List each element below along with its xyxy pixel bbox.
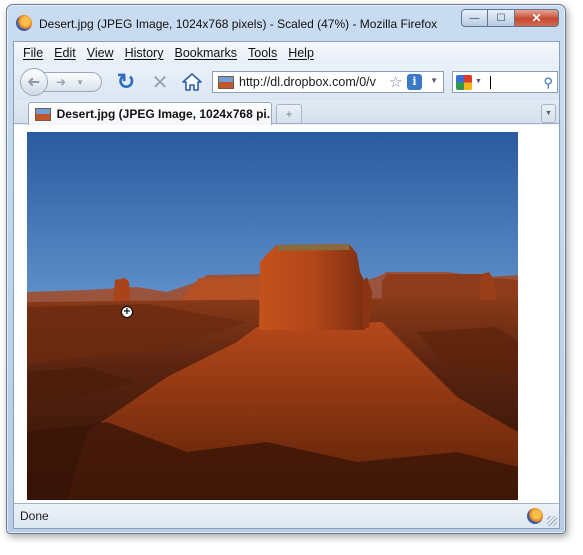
home-icon[interactable] xyxy=(180,70,204,94)
tab-favicon-icon xyxy=(35,107,51,121)
window-controls: — ☐ ✕ xyxy=(461,9,559,27)
menu-file[interactable]: File xyxy=(18,46,49,60)
site-favicon-icon xyxy=(218,75,234,89)
status-text: Done xyxy=(20,509,49,523)
navigation-toolbar: ➜ ▼ ➜ ↻ ✕ http://dl.dropbox.com/0/v ☆ i … xyxy=(14,64,559,100)
google-logo-icon[interactable] xyxy=(456,75,472,90)
new-tab-button[interactable]: + xyxy=(276,104,302,123)
search-engine-dropdown-icon[interactable]: ▼ xyxy=(475,78,482,85)
desert-image[interactable]: + xyxy=(27,132,518,500)
menu-bookmarks[interactable]: Bookmarks xyxy=(169,46,243,60)
firefox-status-icon[interactable] xyxy=(527,508,543,524)
url-text[interactable]: http://dl.dropbox.com/0/v xyxy=(239,75,389,89)
bookmark-star-icon[interactable]: ☆ xyxy=(389,73,402,91)
browser-window: Desert.jpg (JPEG Image, 1024x768 pixels)… xyxy=(6,4,566,534)
menu-help[interactable]: Help xyxy=(283,46,320,60)
search-icon[interactable]: ⚲ xyxy=(543,75,553,91)
url-bar[interactable]: http://dl.dropbox.com/0/v ☆ i ▼ xyxy=(212,71,444,93)
history-dropdown-icon[interactable]: ▼ xyxy=(76,78,84,87)
page-content: + xyxy=(14,125,559,505)
back-button[interactable]: ➜ xyxy=(20,68,48,96)
close-button[interactable]: ✕ xyxy=(514,9,559,27)
menu-history[interactable]: History xyxy=(120,46,170,60)
maximize-button[interactable]: ☐ xyxy=(488,9,514,27)
text-caret xyxy=(490,76,491,89)
menu-tools[interactable]: Tools xyxy=(243,46,283,60)
menu-edit[interactable]: Edit xyxy=(49,46,82,60)
site-info-icon[interactable]: i xyxy=(407,74,422,90)
firefox-logo-icon xyxy=(16,15,32,31)
minimize-button[interactable]: — xyxy=(461,9,488,27)
url-dropdown-icon[interactable]: ▼ xyxy=(430,76,438,85)
back-forward-group: ➜ ▼ ➜ xyxy=(20,68,104,96)
status-bar: Done xyxy=(14,503,559,528)
tab-list-dropdown-icon[interactable]: ▼ xyxy=(541,104,556,123)
tab-desert-image[interactable]: Desert.jpg (JPEG Image, 1024x768 pi... xyxy=(28,102,272,125)
menu-bar: File Edit View History Bookmarks Tools H… xyxy=(14,42,559,64)
title-bar[interactable]: Desert.jpg (JPEG Image, 1024x768 pixels)… xyxy=(7,5,565,41)
tab-title: Desert.jpg (JPEG Image, 1024x768 pi... xyxy=(56,107,271,121)
stop-icon[interactable]: ✕ xyxy=(148,70,172,94)
tab-strip: Desert.jpg (JPEG Image, 1024x768 pi... +… xyxy=(14,100,559,125)
desert-photo xyxy=(27,132,518,500)
resize-grip-icon[interactable] xyxy=(547,516,557,526)
window-title: Desert.jpg (JPEG Image, 1024x768 pixels)… xyxy=(39,17,438,31)
back-arrow-icon: ➜ xyxy=(27,74,41,91)
browser-client-area: File Edit View History Bookmarks Tools H… xyxy=(13,41,560,529)
zoom-in-cursor-icon: + xyxy=(121,306,133,318)
search-bar[interactable]: ▼ ⚲ xyxy=(452,71,558,93)
reload-icon[interactable]: ↻ xyxy=(114,69,138,94)
menu-view[interactable]: View xyxy=(82,46,120,60)
forward-arrow-icon: ➜ xyxy=(56,75,67,89)
forward-button[interactable]: ➜ ▼ xyxy=(44,72,102,92)
